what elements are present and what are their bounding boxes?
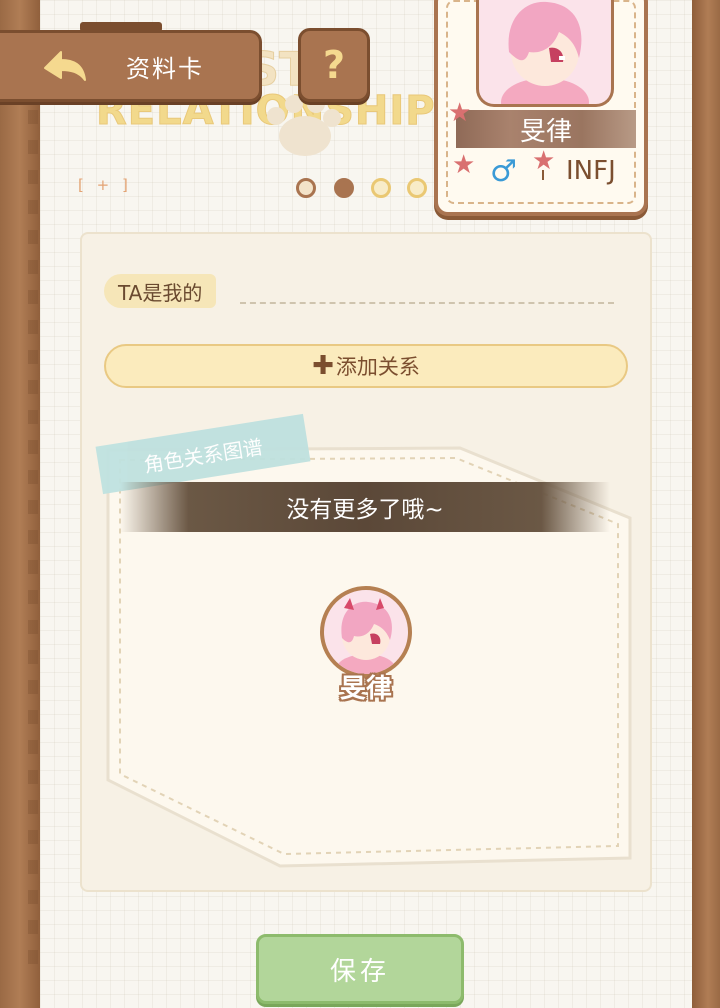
profile-card-label: 资料卡 [126,54,204,83]
help-button[interactable]: ? [298,28,370,102]
map-title: 角色关系图谱 [142,434,265,477]
add-relation-label: 添加关系 [335,355,420,379]
indicator-dot-2 [334,178,354,198]
character-node-avatar[interactable] [320,586,412,678]
empty-banner: 没有更多了哦~ [120,482,610,532]
help-icon: ? [322,43,346,87]
wood-frame-left [0,0,44,1008]
star-icon: ★ [532,146,556,176]
character-node-name: 旻律 [339,674,392,704]
ta-is-my-label: TA是我的 [104,274,217,308]
back-arrow-icon[interactable] [40,46,90,86]
save-label: 保存 [329,956,390,987]
empty-message: 没有更多了哦~ [286,497,444,523]
character-name: 旻律 [519,116,572,147]
indicator-dot-1 [296,178,316,198]
add-relation-button[interactable]: ✚ 添加关系 [104,344,628,388]
indicator-dot-4 [407,178,427,198]
wood-frame-right [690,0,720,1008]
profile-card-button[interactable]: 资料卡 [0,30,262,102]
relation-input-line[interactable] [240,302,614,304]
save-button[interactable]: 保存 [256,934,464,1004]
add-tag[interactable]: [ + ] [78,176,132,194]
male-icon: ♂ [490,154,517,189]
star-icon: ★ [448,98,472,128]
indicator-dot-3 [371,178,391,198]
character-portrait [476,0,614,107]
mbti-type: INFJ [566,156,616,186]
plus-icon: ✚ [312,351,334,381]
star-icon: ★ [452,150,476,180]
character-name-band: 旻律 [456,110,636,148]
